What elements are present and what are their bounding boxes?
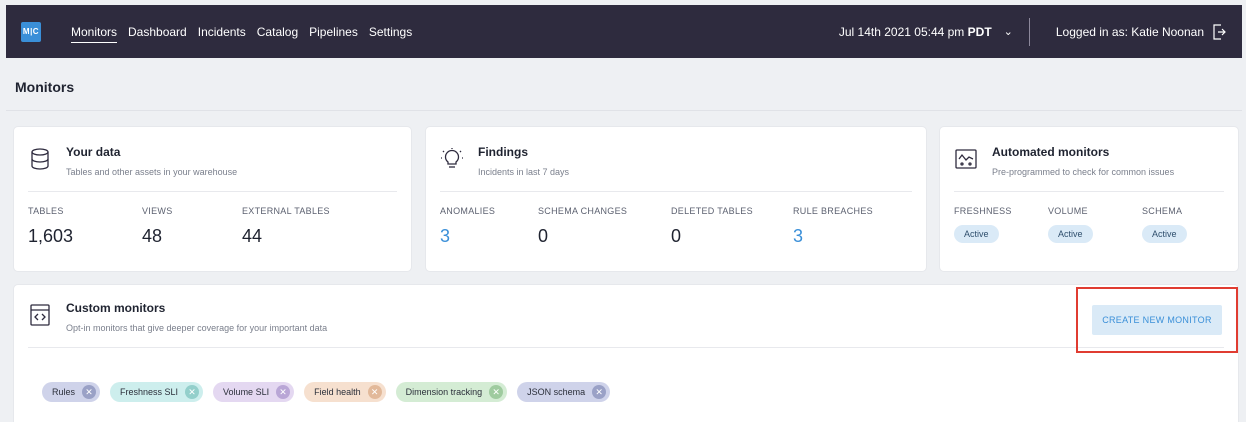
nav-incidents[interactable]: Incidents (198, 5, 246, 58)
card-subtitle: Opt-in monitors that give deeper coverag… (66, 323, 328, 333)
stat-value-link[interactable]: 3 (440, 226, 538, 247)
chip-rules[interactable]: Rules ✕ (42, 382, 101, 402)
database-icon (31, 148, 49, 170)
your-data-card: Your data Tables and other assets in you… (14, 127, 411, 271)
timezone: PDT (967, 24, 992, 39)
stat-value: 0 (671, 226, 682, 246)
findings-card: Findings Incidents in last 7 days ANOMAL… (426, 127, 926, 271)
stat-tables: TABLES 1,603 (28, 206, 142, 247)
card-title: Automated monitors (992, 145, 1110, 159)
top-navbar: M|C Monitors Dashboard Incidents Catalog… (6, 5, 1242, 58)
logout-icon[interactable] (1212, 23, 1226, 40)
card-divider (28, 347, 1224, 348)
stat-volume: VOLUME Active (1048, 206, 1142, 243)
stat-value: 1,603 (28, 226, 74, 246)
chip-label: Freshness SLI (120, 387, 179, 397)
stat-schema: SCHEMA Active (1142, 206, 1187, 243)
stat-label: VOLUME (1048, 206, 1088, 216)
date-value: Jul 14th 2021 05:44 pm (838, 24, 965, 39)
chip-label: Volume SLI (223, 387, 270, 397)
chevron-down-icon[interactable]: ⌄ (1004, 25, 1013, 38)
chip-freshness-sli[interactable]: Freshness SLI ✕ (110, 382, 204, 402)
chip-label: Dimension tracking (405, 387, 483, 397)
chip-field-health[interactable]: Field health ✕ (304, 382, 386, 402)
page-title: Monitors (15, 79, 75, 95)
nav-dashboard[interactable]: Dashboard (128, 5, 187, 58)
stat-views: VIEWS 48 (142, 206, 242, 247)
stat-value-link[interactable]: 3 (793, 226, 873, 247)
nav-monitors[interactable]: Monitors (71, 5, 118, 58)
stat-label: VIEWS (142, 206, 173, 216)
close-icon[interactable]: ✕ (367, 385, 382, 399)
chip-dimension-tracking[interactable]: Dimension tracking ✕ (395, 382, 508, 402)
chip-json-schema[interactable]: JSON schema ✕ (517, 382, 611, 402)
card-title: Your data (66, 145, 121, 159)
chip-volume-sli[interactable]: Volume SLI ✕ (213, 382, 295, 402)
close-icon[interactable]: ✕ (185, 385, 200, 399)
title-divider (6, 110, 1242, 111)
stat-label: EXTERNAL TABLES (242, 206, 330, 216)
card-title: Findings (478, 145, 528, 159)
date-selector[interactable]: Jul 14th 2021 05:44 pm PDT (839, 25, 992, 39)
stat-label: SCHEMA (1142, 206, 1183, 216)
nav-divider (1028, 17, 1030, 46)
stat-label: FRESHNESS (954, 206, 1012, 216)
lightbulb-icon (441, 148, 463, 168)
stat-label: DELETED TABLES (671, 206, 753, 216)
stat-label: RULE BREACHES (793, 206, 873, 216)
stat-anomalies[interactable]: ANOMALIES 3 (440, 206, 538, 247)
card-title: Custom monitors (66, 301, 166, 315)
monitor-type-chips: Rules ✕ Freshness SLI ✕ Volume SLI ✕ Field … (42, 382, 611, 402)
logged-in-user: Logged in as: Katie Noonan (1055, 24, 1204, 39)
app-logo[interactable]: M|C (21, 21, 41, 42)
nav-settings[interactable]: Settings (369, 5, 412, 58)
status-badge: Active (1142, 225, 1187, 243)
status-badge: Active (1048, 225, 1093, 243)
main-nav: Monitors Dashboard Incidents Catalog Pip… (71, 5, 412, 58)
close-icon[interactable]: ✕ (489, 385, 504, 399)
highlight-box (1076, 287, 1238, 353)
chip-label: Rules (52, 387, 76, 397)
stat-rule-breaches[interactable]: RULE BREACHES 3 (793, 206, 873, 247)
stat-deleted-tables: DELETED TABLES 0 (671, 206, 793, 247)
code-window-icon (30, 304, 50, 326)
stat-freshness: FRESHNESS Active (954, 206, 1048, 243)
nav-catalog[interactable]: Catalog (257, 5, 298, 58)
stat-label: ANOMALIES (440, 206, 496, 216)
stat-schema-changes: SCHEMA CHANGES 0 (538, 206, 671, 247)
nav-pipelines[interactable]: Pipelines (309, 5, 358, 58)
stat-value: 44 (242, 226, 263, 246)
stat-label: TABLES (28, 206, 64, 216)
monitor-chart-icon (955, 149, 977, 169)
close-icon[interactable]: ✕ (276, 385, 291, 399)
chip-label: JSON schema (527, 387, 586, 397)
stat-value: 48 (142, 226, 163, 246)
close-icon[interactable]: ✕ (592, 385, 607, 399)
stat-value: 0 (538, 226, 549, 246)
card-subtitle: Incidents in last 7 days (478, 167, 570, 177)
stat-label: SCHEMA CHANGES (538, 206, 628, 216)
card-subtitle: Tables and other assets in your warehous… (66, 167, 238, 177)
chip-label: Field health (314, 387, 361, 397)
card-subtitle: Pre-programmed to check for common issue… (992, 167, 1175, 177)
automated-monitors-card: Automated monitors Pre-programmed to che… (940, 127, 1238, 271)
stat-external-tables: EXTERNAL TABLES 44 (242, 206, 330, 247)
status-badge: Active (954, 225, 999, 243)
close-icon[interactable]: ✕ (82, 385, 97, 399)
